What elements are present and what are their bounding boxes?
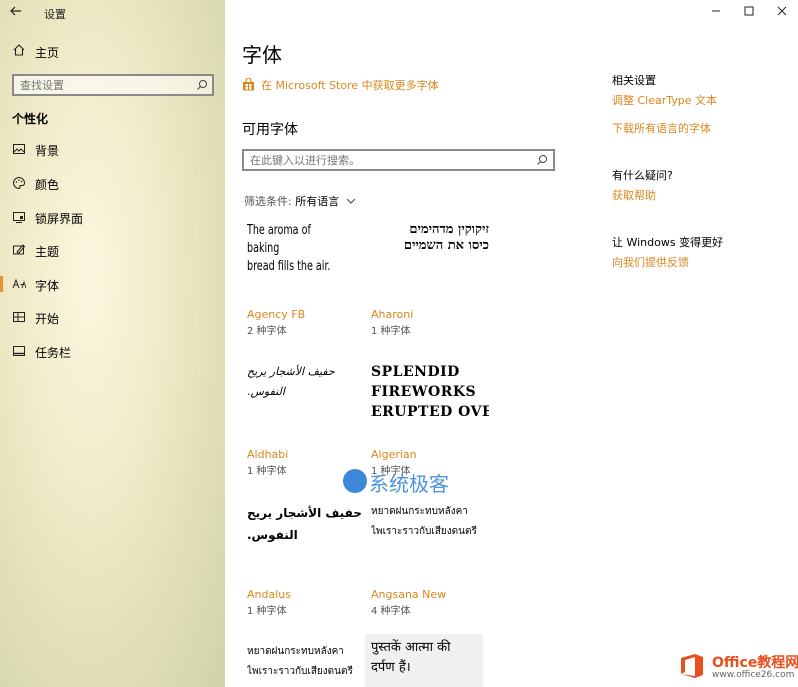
sidebar: 设置 主页 个性化 背景 颜色 锁屏界面 主题 字体 开始 任务栏 — [0, 0, 225, 687]
improve-title: 让 Windows 变得更好 — [612, 236, 724, 249]
font-preview: The aroma of baking bread fills the air. — [247, 223, 331, 274]
font-search[interactable] — [242, 149, 555, 171]
font-preview: หยาดฝนกระทบหลังคา ไพเราะราวกับเสียงดนตรี — [247, 646, 353, 677]
chevron-down-icon — [346, 198, 356, 204]
font-count: 1 种字体 — [247, 606, 287, 617]
help-title: 有什么疑问? — [612, 169, 673, 182]
download-fonts-link[interactable]: 下载所有语言的字体 — [612, 120, 711, 136]
font-count: 2 种字体 — [247, 326, 287, 337]
sidebar-item-lock-screen[interactable]: 锁屏界面 — [0, 206, 225, 228]
get-help-link[interactable]: 获取帮助 — [612, 187, 656, 203]
back-arrow-icon — [10, 6, 21, 16]
home-icon — [13, 44, 25, 56]
sidebar-item-background[interactable]: 背景 — [0, 138, 225, 160]
page-title: 字体 — [242, 43, 282, 67]
search-icon[interactable] — [536, 154, 548, 166]
font-tile-angsana-new[interactable]: หยาดฝนกระทบหลังคา ไพเราะราวกับเสียงดนตรี… — [371, 494, 489, 634]
watermark-corner-url: www.office26.com — [712, 670, 795, 680]
font-tile-agency-fb[interactable]: The aroma of baking bread fills the air.… — [247, 214, 365, 354]
font-icon — [12, 278, 26, 289]
font-tile-hindi[interactable]: पुस्तकें आत्मा की दर्पण हैं। — [365, 634, 483, 687]
feedback-link[interactable]: 向我们提供反馈 — [612, 254, 689, 270]
font-preview: حفيف الأشجار يريح النفوس. — [247, 365, 335, 398]
section-title: 个性化 — [12, 112, 49, 126]
filter-label: 筛选条件: — [244, 195, 292, 208]
watermark-logo-icon — [343, 469, 367, 493]
watermark-corner-title: Office教程网 — [712, 655, 798, 671]
sidebar-item-start[interactable]: 开始 — [0, 306, 225, 328]
sidebar-item-themes[interactable]: 主题 — [0, 239, 225, 261]
font-name: Aharoni — [371, 308, 414, 321]
store-link-label: 在 Microsoft Store 中获取更多字体 — [261, 79, 439, 92]
font-count: 1 种字体 — [371, 326, 411, 337]
sidebar-item-fonts[interactable]: 字体 — [0, 273, 225, 295]
sidebar-item-label: 颜色 — [35, 178, 60, 192]
font-tile-thai[interactable]: หยาดฝนกระทบหลังคา ไพเราะราวกับเสียงดนตรี — [247, 634, 365, 687]
theme-icon — [13, 244, 26, 255]
sidebar-item-label: 背景 — [35, 144, 60, 158]
font-count: 1 种字体 — [247, 466, 287, 477]
sidebar-item-label: 主页 — [35, 46, 60, 60]
filter-value: 所有语言 — [295, 195, 340, 208]
back-button[interactable] — [8, 4, 24, 20]
watermark-text: 系统极客 — [369, 472, 449, 496]
sidebar-item-home[interactable]: 主页 — [0, 40, 225, 62]
font-count: 4 种字体 — [371, 606, 411, 617]
app-title: 设置 — [44, 8, 66, 21]
language-filter[interactable]: 筛选条件: 所有语言 — [244, 193, 356, 209]
available-fonts-title: 可用字体 — [242, 122, 298, 138]
office-logo-icon — [681, 654, 703, 678]
settings-search[interactable] — [12, 74, 214, 96]
cleartype-link[interactable]: 调整 ClearType 文本 — [612, 92, 717, 108]
font-tile-andalus[interactable]: حفيف الأشجار يريح النفوس. Andalus 1 种字体 — [247, 494, 365, 634]
related-settings-title: 相关设置 — [612, 74, 656, 87]
taskbar-icon — [13, 346, 25, 356]
font-name: Andalus — [247, 588, 291, 601]
font-search-input[interactable] — [250, 152, 530, 168]
font-tile-aharoni[interactable]: זיקוקין מדהימים כיסו את השמיים Aharoni 1… — [371, 214, 489, 354]
sidebar-item-label: 开始 — [35, 312, 60, 326]
font-preview: SPLENDID FIREWORKS ERUPTED OVE... — [371, 364, 489, 420]
font-preview: حفيف الأشجار يريح النفوس. — [247, 506, 362, 542]
store-bag-icon — [243, 78, 254, 91]
font-preview: หยาดฝนกระทบหลังคา ไพเราะราวกับเสียงดนตรี — [371, 506, 477, 537]
font-name: Aldhabi — [247, 448, 289, 461]
font-name: Algerian — [371, 448, 417, 461]
start-icon — [13, 312, 25, 322]
font-preview: पुस्तकें आत्मा की दर्पण हैं। — [371, 640, 451, 675]
search-icon[interactable] — [196, 79, 208, 91]
sidebar-item-label: 字体 — [35, 279, 60, 293]
lock-screen-icon — [13, 212, 25, 223]
font-name: Agency FB — [247, 308, 306, 321]
settings-search-input[interactable] — [20, 77, 190, 93]
sidebar-item-colors[interactable]: 颜色 — [0, 172, 225, 194]
font-name: Angsana New — [371, 588, 447, 601]
sidebar-item-label: 锁屏界面 — [35, 212, 84, 226]
titlebar-left: 设置 — [0, 0, 225, 24]
font-preview: זיקוקין מדהימים כיסו את השמיים — [403, 222, 489, 253]
sidebar-item-label: 任务栏 — [35, 346, 72, 360]
sidebar-item-taskbar[interactable]: 任务栏 — [0, 340, 225, 362]
picture-icon — [13, 144, 25, 154]
palette-icon — [13, 176, 25, 190]
sidebar-item-label: 主题 — [35, 245, 60, 259]
